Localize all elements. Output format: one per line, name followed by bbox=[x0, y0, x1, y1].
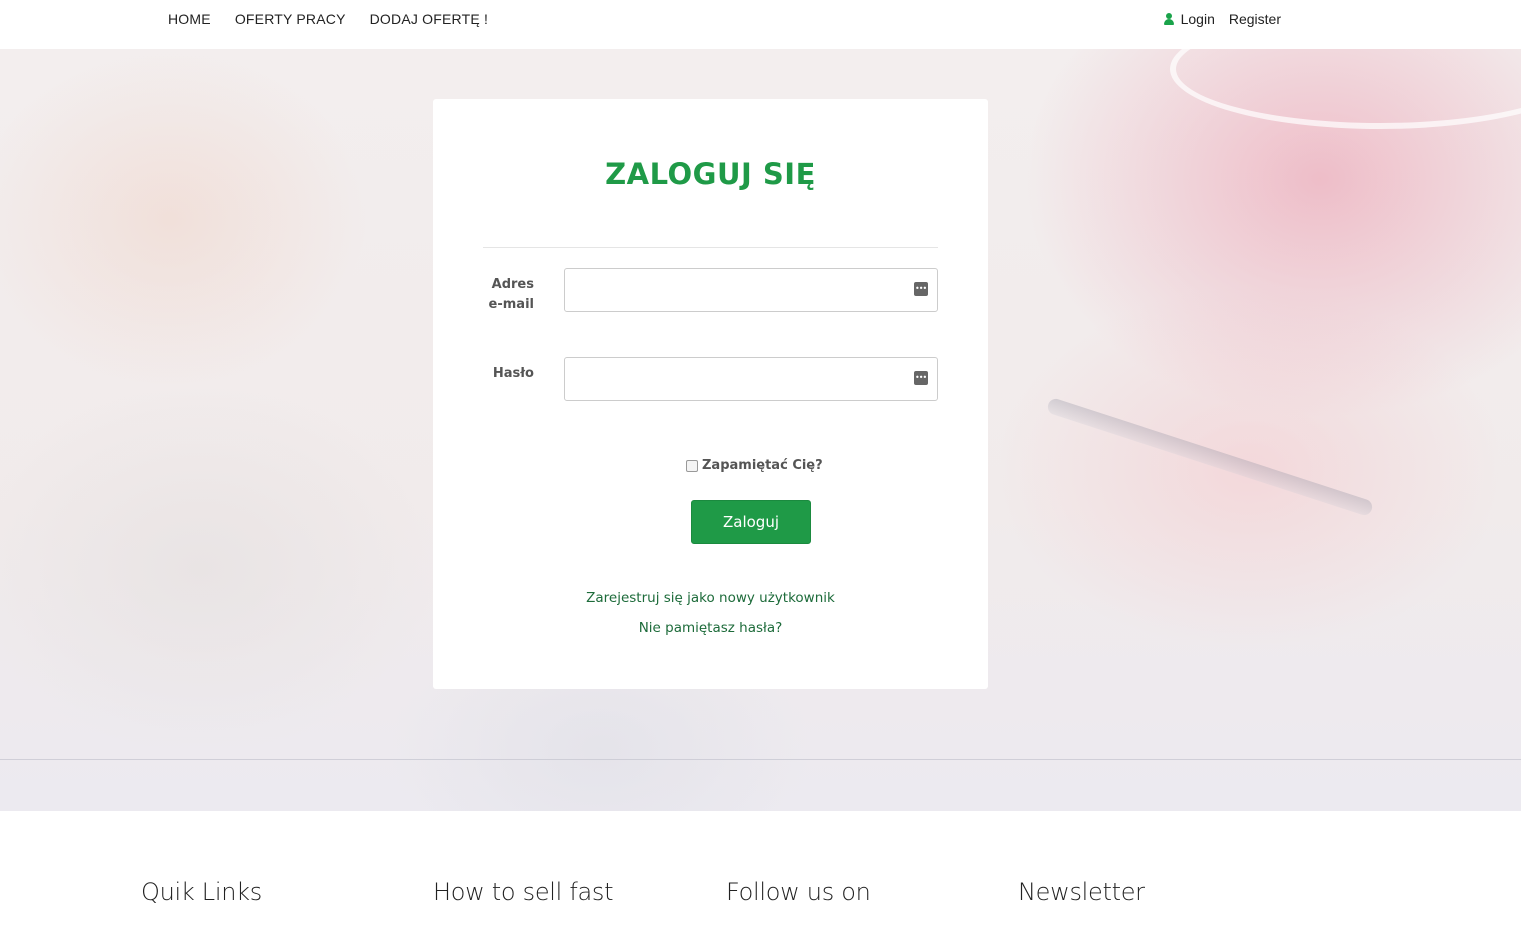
remember-me-label[interactable]: Zapamiętać Cię? bbox=[702, 458, 823, 473]
forgot-password-link[interactable]: Nie pamiętasz hasła? bbox=[433, 620, 988, 636]
footer-heading-how-to-sell: How to sell fast bbox=[433, 878, 614, 906]
password-label: Hasło bbox=[492, 366, 534, 381]
email-field[interactable] bbox=[564, 268, 938, 312]
background-pen-decoration bbox=[1045, 396, 1375, 518]
login-link[interactable]: Login bbox=[1163, 11, 1215, 27]
nav-oferty-pracy[interactable]: OFERTY PRACY bbox=[235, 11, 346, 27]
footer-heading-follow-us: Follow us on bbox=[726, 878, 871, 906]
autofill-key-icon[interactable] bbox=[914, 282, 928, 296]
autofill-key-icon[interactable] bbox=[914, 371, 928, 385]
email-label: Adres e-mail bbox=[488, 277, 534, 312]
footer-heading-quick-links: Quik Links bbox=[141, 878, 262, 906]
main-menu: HOME OFERTY PRACY DODAJ OFERTĘ ! bbox=[168, 11, 488, 27]
login-link-label: Login bbox=[1180, 11, 1215, 27]
top-navigation: HOME OFERTY PRACY DODAJ OFERTĘ ! Login R… bbox=[0, 0, 1521, 49]
footer-heading-newsletter: Newsletter bbox=[1018, 878, 1145, 906]
title-divider bbox=[483, 247, 938, 248]
nav-home[interactable]: HOME bbox=[168, 11, 211, 27]
account-menu: Login Register bbox=[1163, 11, 1281, 27]
background-mug-decoration bbox=[1170, 49, 1521, 129]
hero-divider bbox=[0, 759, 1521, 760]
register-link[interactable]: Register bbox=[1229, 11, 1281, 27]
user-icon bbox=[1163, 13, 1175, 25]
remember-me[interactable]: Zapamiętać Cię? bbox=[686, 458, 823, 473]
page-title: ZALOGUJ SIĘ bbox=[605, 157, 816, 191]
nav-dodaj-oferte[interactable]: DODAJ OFERTĘ ! bbox=[370, 11, 488, 27]
password-field[interactable] bbox=[564, 357, 938, 401]
footer bbox=[0, 811, 1521, 928]
remember-me-checkbox[interactable] bbox=[686, 459, 698, 472]
register-new-user-link[interactable]: Zarejestruj się jako nowy użytkownik bbox=[433, 590, 988, 606]
login-button[interactable]: Zaloguj bbox=[691, 500, 811, 544]
